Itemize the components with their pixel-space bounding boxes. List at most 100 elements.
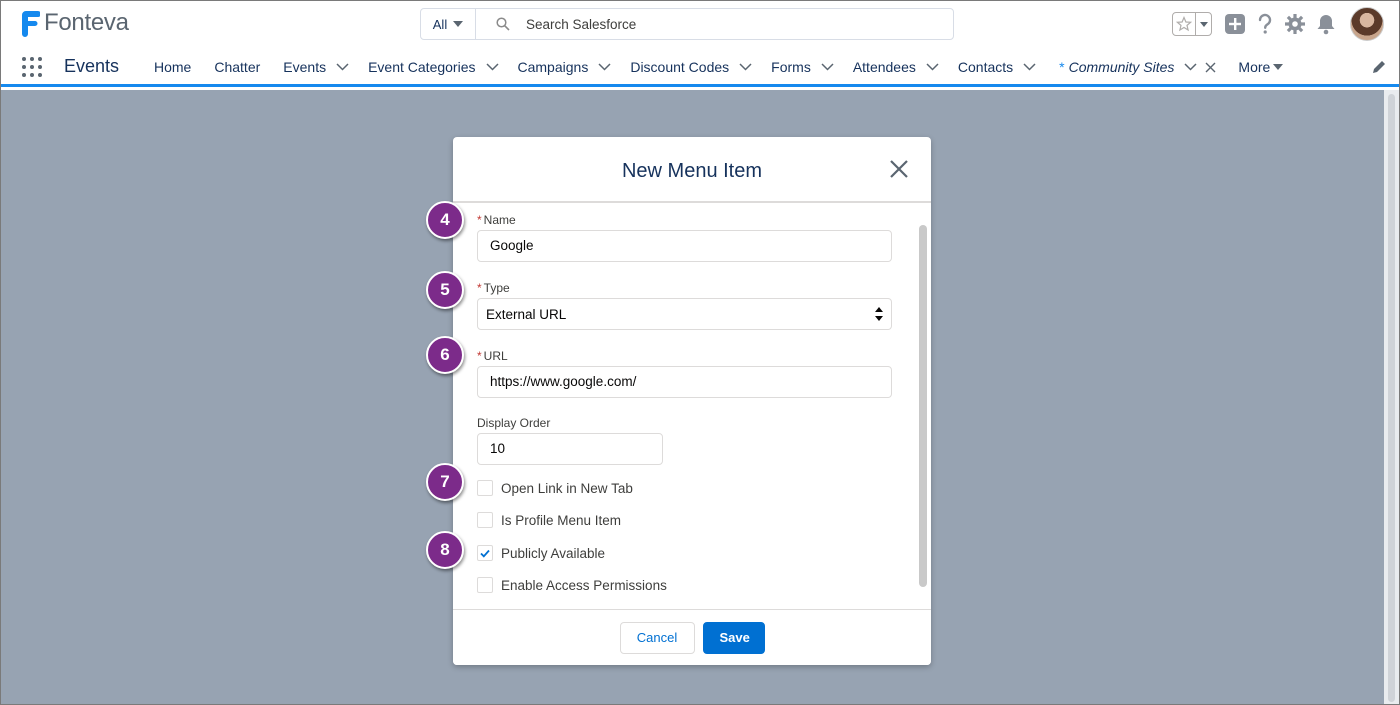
checkbox-label: Open Link in New Tab <box>501 480 633 496</box>
favorites-dropdown-icon[interactable] <box>1195 13 1211 35</box>
name-input[interactable]: Google <box>477 230 892 262</box>
is-profile-menu-item-checkbox[interactable]: Is Profile Menu Item <box>477 512 621 528</box>
tab-chatter[interactable]: Chatter <box>214 47 260 87</box>
tab-attendees[interactable]: Attendees <box>853 47 939 87</box>
url-field-label: * URL <box>477 349 508 363</box>
setup-gear-icon[interactable] <box>1284 13 1306 35</box>
search-icon <box>496 17 510 31</box>
modal-scrollbar-thumb[interactable] <box>919 225 927 587</box>
page-scrollbar[interactable] <box>1384 90 1399 704</box>
header-actions <box>1172 7 1384 41</box>
user-avatar[interactable] <box>1350 7 1384 41</box>
tab-label: Attendees <box>852 59 916 75</box>
step-badge-5: 5 <box>426 271 464 309</box>
brand-name: Fonteva <box>44 9 129 36</box>
type-select[interactable]: External URL <box>477 298 892 330</box>
name-label-text: Name <box>483 213 516 227</box>
unsaved-marker: * <box>1059 59 1065 75</box>
chevron-down-icon[interactable] <box>739 63 752 71</box>
checkbox-label: Enable Access Permissions <box>501 577 667 593</box>
tab-contacts[interactable]: Contacts <box>958 47 1036 87</box>
step-badge-4: 4 <box>426 201 464 239</box>
tab-event-categories[interactable]: Event Categories <box>368 47 499 87</box>
app-navigation-bar: Events Home Chatter Events Event Categor… <box>1 47 1399 87</box>
search-field[interactable] <box>476 9 953 39</box>
app-launcher-icon[interactable] <box>22 57 42 77</box>
chevron-down-icon[interactable] <box>1023 63 1036 71</box>
tab-label: Event Categories <box>368 59 476 75</box>
tab-campaigns[interactable]: Campaigns <box>518 47 612 87</box>
type-field-label: * Type <box>477 281 510 295</box>
modal-scrollbar[interactable] <box>916 203 929 609</box>
type-label-text: Type <box>483 281 510 295</box>
tab-community-sites[interactable]: * Community Sites <box>1059 47 1216 87</box>
chevron-down-icon[interactable] <box>485 63 499 71</box>
step-badge-6: 6 <box>426 336 464 374</box>
favorites-star-icon[interactable] <box>1173 13 1195 35</box>
notification-bell-icon[interactable] <box>1316 13 1336 35</box>
open-link-new-tab-checkbox[interactable]: Open Link in New Tab <box>477 480 633 496</box>
add-icon[interactable] <box>1224 13 1246 35</box>
cancel-button[interactable]: Cancel <box>619 621 695 654</box>
global-search: All <box>420 8 954 40</box>
tab-discount-codes[interactable]: Discount Codes <box>630 47 752 87</box>
new-menu-item-modal: New Menu Item * Name Google * Type Externa… <box>453 137 931 665</box>
search-scope-dropdown[interactable]: All <box>421 9 476 39</box>
tab-label: Forms <box>771 59 811 75</box>
url-input[interactable]: https://www.google.com/ <box>477 366 892 398</box>
publicly-available-checkbox[interactable]: Publicly Available <box>477 545 605 561</box>
modal-footer: Cancel Save <box>453 609 931 665</box>
chevron-down-icon[interactable] <box>1184 63 1197 71</box>
app-window: Fonteva All Search Salesforce Events Hom… <box>0 0 1400 705</box>
chevron-down-icon[interactable] <box>821 63 834 71</box>
global-header: Fonteva All <box>1 1 1399 47</box>
checkbox-label: Is Profile Menu Item <box>501 512 622 528</box>
app-name: Events <box>64 56 120 76</box>
select-arrows-icon <box>875 307 883 321</box>
required-asterisk: * <box>477 349 482 363</box>
tab-more[interactable]: More <box>1238 47 1284 87</box>
modal-body: * Name Google * Type External URL * URL htt… <box>453 203 931 609</box>
tab-label: Community Sites <box>1068 59 1175 75</box>
step-badge-8: 8 <box>426 531 464 569</box>
chevron-down-icon[interactable] <box>598 63 611 71</box>
close-tab-icon[interactable] <box>1205 62 1216 73</box>
tab-forms[interactable]: Forms <box>771 47 834 87</box>
tab-events[interactable]: Events <box>283 47 349 87</box>
checkmark-icon <box>480 549 490 558</box>
tab-label: Home <box>154 59 192 75</box>
checkbox-label: Publicly Available <box>501 545 606 561</box>
search-scope-label: All <box>432 16 448 32</box>
checkbox-box-checked[interactable] <box>477 545 493 561</box>
checkbox-box[interactable] <box>477 480 493 496</box>
close-icon[interactable] <box>889 159 909 179</box>
edit-nav-pencil-icon[interactable] <box>1371 59 1387 80</box>
chevron-down-icon[interactable] <box>336 63 349 71</box>
search-input[interactable] <box>526 16 906 32</box>
name-field-label: * Name <box>477 213 516 227</box>
required-asterisk: * <box>477 213 482 227</box>
step-badge-7: 7 <box>426 463 464 501</box>
url-label-text: URL <box>483 349 508 363</box>
tab-label: Campaigns <box>517 59 589 75</box>
checkbox-box[interactable] <box>477 577 493 593</box>
page-scrollbar-thumb[interactable] <box>1388 94 1395 702</box>
tab-label: Contacts <box>957 59 1014 75</box>
chevron-down-icon[interactable] <box>926 63 939 71</box>
tab-home[interactable]: Home <box>154 47 191 87</box>
caret-down-icon <box>1273 64 1284 70</box>
tab-label: Chatter <box>214 59 261 75</box>
display-order-label-text: Display Order <box>477 416 551 430</box>
modal-title: New Menu Item <box>621 159 763 182</box>
caret-down-icon <box>453 21 464 27</box>
enable-access-permissions-checkbox[interactable]: Enable Access Permissions <box>477 577 667 593</box>
display-order-input[interactable]: 10 <box>477 433 663 465</box>
fonteva-logo-icon <box>22 11 40 37</box>
checkbox-box[interactable] <box>477 512 493 528</box>
save-button[interactable]: Save <box>702 621 765 654</box>
brand-logo[interactable]: Fonteva <box>18 9 129 37</box>
required-asterisk: * <box>477 281 482 295</box>
tab-more-label: More <box>1238 59 1271 75</box>
help-icon[interactable] <box>1256 13 1274 35</box>
nav-tabs: Home Chatter Events Event Categories Cam… <box>154 47 1284 87</box>
